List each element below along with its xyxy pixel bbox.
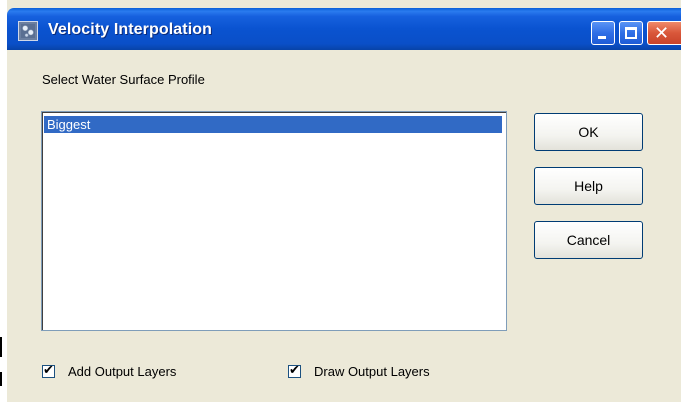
edge-mark — [0, 337, 2, 357]
minimize-button[interactable] — [591, 21, 615, 45]
edge-mark — [0, 372, 2, 386]
list-item[interactable]: Biggest — [44, 116, 502, 133]
cancel-button[interactable]: Cancel — [534, 221, 643, 259]
add-output-layers-label[interactable]: Add Output Layers — [68, 364, 176, 379]
draw-output-layers-label[interactable]: Draw Output Layers — [314, 364, 430, 379]
checkmark-icon: ✔ — [43, 363, 54, 378]
draw-output-layers-checkbox[interactable]: ✔ — [288, 363, 301, 378]
profile-select-label: Select Water Surface Profile — [42, 72, 205, 87]
dialog-window: Velocity Interpolation ✕ Select Water Su… — [7, 0, 681, 402]
window-title: Velocity Interpolation — [48, 21, 213, 38]
add-output-layers-checkbox[interactable]: ✔ — [42, 363, 55, 378]
checkmark-icon: ✔ — [289, 363, 300, 378]
title-bar[interactable]: Velocity Interpolation ✕ — [7, 8, 681, 50]
profile-listbox[interactable]: Biggest — [41, 111, 507, 331]
app-icon — [18, 21, 38, 41]
ok-button[interactable]: OK — [534, 113, 643, 151]
close-button[interactable]: ✕ — [647, 21, 681, 45]
help-button[interactable]: Help — [534, 167, 643, 205]
maximize-button[interactable] — [619, 21, 643, 45]
close-icon: ✕ — [654, 23, 670, 44]
